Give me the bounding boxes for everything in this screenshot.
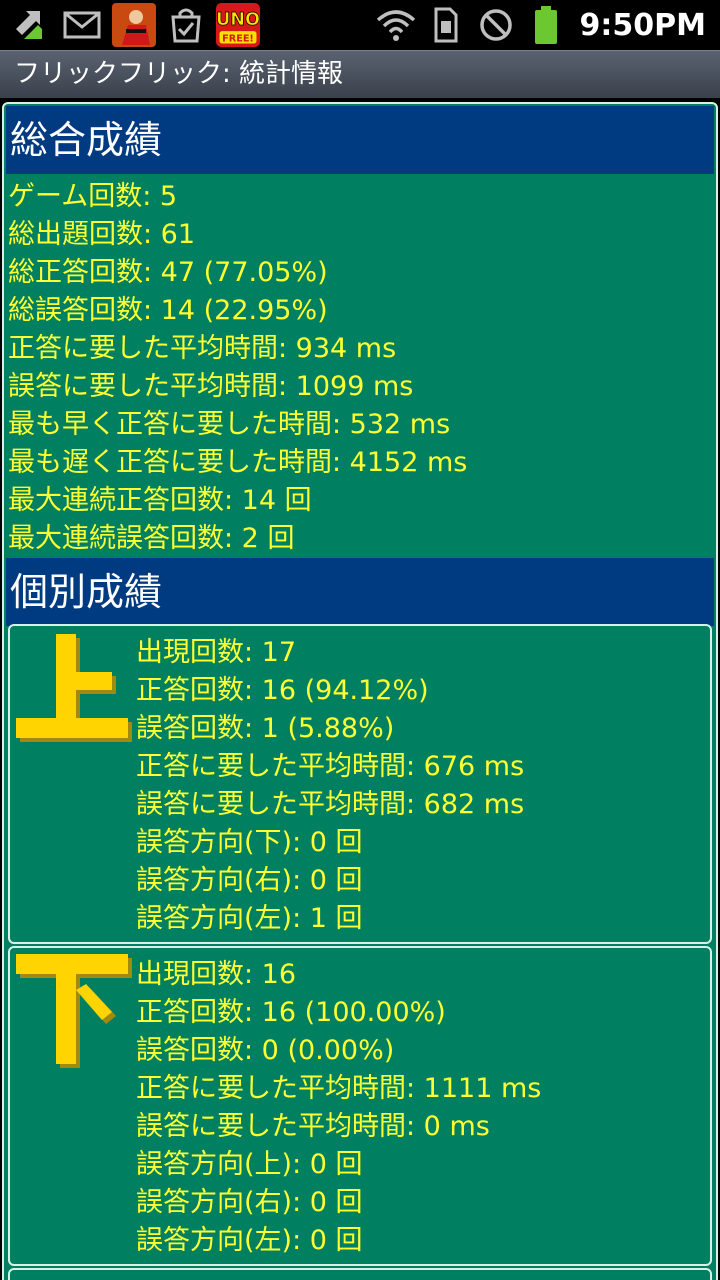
- overall-stat: 最大連続正答回数: 14 回: [8, 485, 312, 516]
- title-bar: フリックフリック: 統計情報: [0, 50, 720, 98]
- sync-icon: [8, 3, 52, 47]
- no-sign-icon: [476, 3, 516, 47]
- item-stat: 誤答に要した平均時間: 682 ms: [136, 789, 525, 820]
- individual-header: 個別成績: [6, 558, 714, 626]
- overall-stat: 総正答回数: 47 (77.05%): [8, 257, 328, 288]
- sim-icon: [426, 3, 466, 47]
- overall-stat: 正答に要した平均時間: 934 ms: [8, 333, 397, 364]
- item-card-next: [8, 1268, 712, 1280]
- item-stat: 誤答方向(右): 0 回: [136, 1187, 363, 1218]
- item-stat: 誤答方向(下): 0 回: [136, 827, 363, 858]
- down-glyph-icon: [16, 954, 132, 1068]
- overall-stat: 総誤答回数: 14 (22.95%): [8, 295, 328, 326]
- stats-panel: 総合成績 ゲーム回数: 5 総出題回数: 61 総正答回数: 47 (77.05…: [2, 102, 718, 1280]
- item-stat: 誤答方向(左): 1 回: [136, 903, 363, 934]
- item-stat: 誤答回数: 1 (5.88%): [136, 713, 395, 744]
- item-stat: 正答回数: 16 (100.00%): [136, 997, 446, 1028]
- item-stat: 誤答方向(上): 0 回: [136, 1149, 363, 1180]
- battery-icon: [526, 3, 566, 47]
- item-stat: 誤答方向(右): 0 回: [136, 865, 363, 896]
- gmail-icon: [60, 3, 104, 47]
- item-stat: 正答に要した平均時間: 1111 ms: [136, 1073, 542, 1104]
- item-stat: 正答回数: 16 (94.12%): [136, 675, 429, 706]
- svg-text:FREE!: FREE!: [222, 34, 254, 45]
- page-title: フリックフリック: 統計情報: [14, 59, 344, 89]
- svg-text:UNO: UNO: [216, 10, 260, 30]
- overall-stat: 総出題回数: 61: [8, 219, 196, 250]
- overall-header: 総合成績: [6, 106, 714, 174]
- system-area[interactable]: 9:50PM: [366, 0, 706, 50]
- status-bar: UNO FREE! 9:50PM: [0, 0, 720, 50]
- overall-stat: 最大連続誤答回数: 2 回: [8, 523, 295, 554]
- item-stat: 出現回数: 16: [136, 959, 297, 990]
- item-card-down: 出現回数: 16 正答回数: 16 (100.00%) 誤答回数: 0 (0.0…: [8, 946, 712, 1266]
- overall-stat: 最も遅く正答に要した時間: 4152 ms: [8, 447, 468, 478]
- market-update-icon: [164, 3, 208, 47]
- item-card-up: 出現回数: 17 正答回数: 16 (94.12%) 誤答回数: 1 (5.88…: [8, 624, 712, 944]
- overall-stat: 最も早く正答に要した時間: 532 ms: [8, 409, 451, 440]
- item-stat: 誤答に要した平均時間: 0 ms: [136, 1111, 490, 1142]
- item-stat: 誤答方向(左): 0 回: [136, 1225, 363, 1256]
- notification-area[interactable]: UNO FREE!: [8, 0, 268, 50]
- uno-icon: UNO FREE!: [216, 3, 260, 47]
- stats-scroll-view[interactable]: 総合成績 ゲーム回数: 5 総出題回数: 61 総正答回数: 47 (77.05…: [0, 98, 720, 1280]
- wifi-icon: [376, 3, 416, 47]
- overall-stat: ゲーム回数: 5: [8, 181, 178, 212]
- item-stat: 正答に要した平均時間: 676 ms: [136, 751, 525, 782]
- item-stat: 誤答回数: 0 (0.00%): [136, 1035, 395, 1066]
- up-glyph-icon: [16, 634, 132, 742]
- overall-stat: 誤答に要した平均時間: 1099 ms: [8, 371, 414, 402]
- app-icon: [112, 3, 156, 47]
- clock: 9:50PM: [579, 7, 706, 43]
- item-stat: 出現回数: 17: [136, 637, 297, 668]
